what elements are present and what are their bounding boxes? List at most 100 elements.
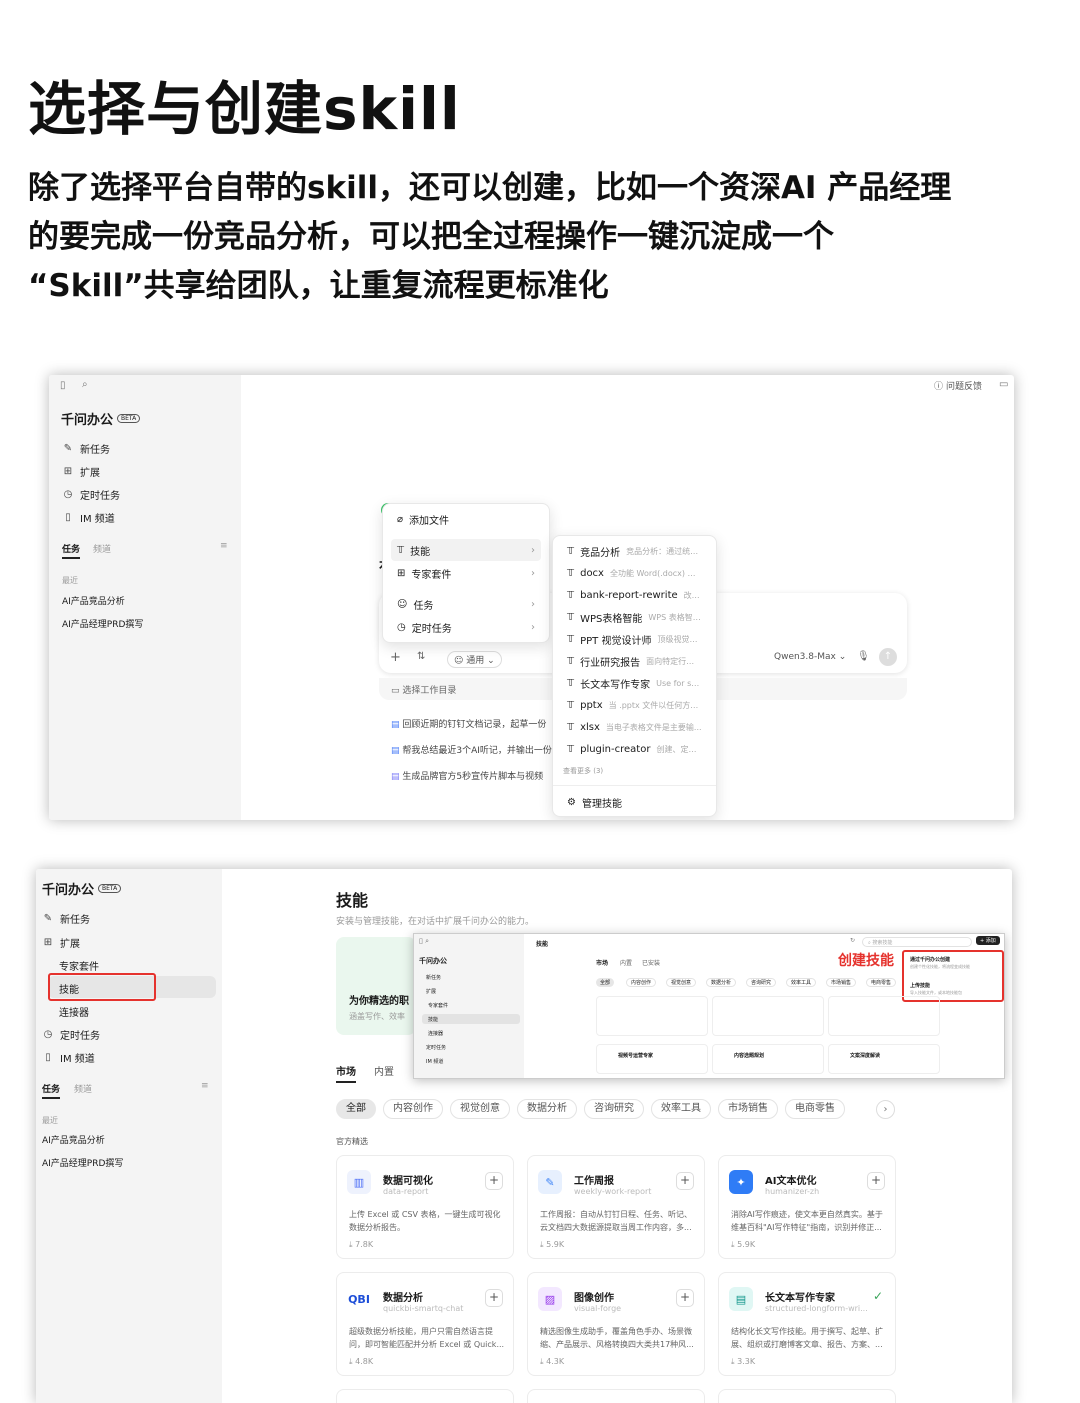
send-button[interactable]: ↑	[879, 648, 897, 666]
suggestion-item[interactable]: ▤ 生成品牌官方5秒宣传片脚本与视频	[391, 769, 543, 782]
menu-skills[interactable]: 𝕋 技能 ›	[391, 539, 541, 561]
tab-channels[interactable]: 频道	[74, 1082, 92, 1095]
extension-icon: ⊞	[63, 466, 73, 477]
tab-market[interactable]: 市场	[336, 1063, 356, 1083]
category-chip[interactable]: 咨询研究	[584, 1099, 644, 1119]
skill-name: xlsx	[580, 721, 600, 733]
divider	[553, 785, 716, 786]
subtext-line: 除了选择平台自带的skill，还可以创建，比如一个资深AI 产品经理	[28, 170, 952, 206]
nav-extensions[interactable]: ⊞ 扩展	[42, 935, 80, 950]
nav-new-task[interactable]: ✎ 新任务	[42, 911, 90, 926]
recent-item[interactable]: AI产品竞品分析	[42, 1133, 105, 1146]
feedback-link[interactable]: ⓘ 问题反馈	[934, 379, 982, 392]
skill-item[interactable]: 𝕋 竞品分析 竞品分析：通过统一...	[561, 540, 708, 562]
mic-icon[interactable]: 🎙	[857, 651, 870, 662]
page-headline: 选择与创建skill	[28, 75, 461, 143]
skill-card[interactable]: ▤ 长文本写作专家 structured-longform-wri... ✓ 结…	[718, 1272, 896, 1376]
category-chip[interactable]: 电商零售	[785, 1099, 845, 1119]
sidebar-toggle-icon[interactable]: ▯	[60, 380, 66, 391]
skill-item[interactable]: 𝕋 WPS表格智能 WPS 表格智能...	[561, 606, 708, 628]
skill-card[interactable]	[336, 1389, 514, 1403]
skill-item[interactable]: 𝕋 长文本写作专家 Use for stru...	[561, 672, 708, 694]
show-more-link[interactable]: 查看更多 (3)	[563, 766, 603, 776]
clock-icon: ◷	[63, 489, 73, 500]
skill-card[interactable]	[527, 1389, 705, 1403]
skill-card[interactable]: ✎ 工作周报 weekly-work-report + 工作周报：自动从钉钉日程…	[527, 1155, 705, 1259]
category-chip[interactable]: 全部	[336, 1099, 376, 1119]
skill-item[interactable]: 𝕋pptx 当 .pptx 文件以任何方式...	[561, 694, 708, 716]
skill-item[interactable]: 𝕋 PPT 视觉设计师 顶级视觉策...	[561, 628, 708, 650]
general-mode[interactable]: ☺ 通用 ⌄	[447, 651, 502, 668]
skill-card[interactable]: ▨ 图像创作 visual-forge + 精选图像生成助手，覆盖角色手办、场景…	[527, 1272, 705, 1376]
menu-add-file[interactable]: ⌀ 添加文件	[391, 508, 541, 530]
skill-card[interactable]: ✦ AI文本优化 humanizer-zh + 消除AI写作痕迹，使文本更自然真…	[718, 1155, 896, 1259]
tool-icon[interactable]: ⇅	[417, 651, 425, 662]
manage-skills[interactable]: ⚙ 管理技能	[561, 791, 708, 813]
category-chip[interactable]: 数据分析	[517, 1099, 577, 1119]
filter-icon[interactable]: ≡	[201, 1081, 209, 1091]
download-count: ⤓ 4.3K	[540, 1357, 565, 1366]
skill-item[interactable]: 𝕋 行业研究报告 面向特定行业/...	[561, 650, 708, 672]
search-icon[interactable]: ⌕	[82, 379, 88, 390]
add-skill-button[interactable]: +	[867, 1172, 885, 1190]
add-skill-button[interactable]: +	[676, 1289, 694, 1307]
recent-item[interactable]: AI产品经理PRD撰写	[62, 617, 143, 630]
tab-tasks[interactable]: 任务	[42, 1082, 61, 1099]
menu-scheduled[interactable]: ◷ 定时任务 ›	[391, 616, 541, 638]
card-title: 数据可视化	[383, 1176, 433, 1187]
chevron-right-icon: ›	[531, 544, 535, 556]
inset-dropdown: 通过千问办公创建 创建个性化技能，将流程变成技能 上传技能 导入技能文件，或本地…	[902, 950, 1004, 1002]
nav-im-channel[interactable]: ▯ IM 频道	[42, 1050, 95, 1065]
skill-card[interactable]: ▥ 数据可视化 data-report + 上传 Excel 或 CSV 表格，…	[336, 1155, 514, 1259]
nav-label: 新任务	[60, 915, 90, 926]
skill-desc: 创建、定制或...	[656, 744, 702, 754]
add-skill-button[interactable]: +	[485, 1289, 503, 1307]
inset-dropdown-item: 通过千问办公创建	[910, 957, 951, 963]
nav-im-channel[interactable]: ▯ IM 频道	[62, 510, 115, 525]
nav-expert-suite[interactable]: 专家套件	[59, 958, 99, 973]
menu-label: 专家套件	[411, 569, 452, 581]
nav-new-task[interactable]: ✎ 新任务	[62, 441, 110, 456]
recent-item[interactable]: AI产品经理PRD撰写	[42, 1156, 123, 1169]
recent-item[interactable]: AI产品竞品分析	[62, 594, 125, 607]
chevron-right-icon: ›	[531, 598, 535, 610]
category-chip[interactable]: 市场销售	[718, 1099, 778, 1119]
phone-icon: ▯	[65, 512, 71, 523]
skill-item[interactable]: 𝕋plugin-creator 创建、定制或...	[561, 738, 708, 760]
inset-card-title: 内容选题规划	[734, 1053, 765, 1059]
inset-chip: 效率工具	[786, 978, 817, 987]
chart-icon: ▥	[347, 1170, 371, 1194]
card-title: AI文本优化	[765, 1176, 817, 1187]
skill-desc: Use for stru...	[656, 678, 702, 688]
add-skill-button[interactable]: +	[676, 1172, 694, 1190]
card-desc: 上传 Excel 或 CSV 表格，一键生成可视化数据分析报告。	[349, 1210, 501, 1232]
menu-task[interactable]: ☺ 任务 ›	[391, 593, 541, 615]
nav-scheduled[interactable]: ◷ 定时任务	[42, 1027, 100, 1042]
add-skill-button[interactable]: +	[485, 1172, 503, 1190]
nav-scheduled[interactable]: ◷ 定时任务	[62, 487, 120, 502]
task-icon: ☺	[397, 598, 408, 610]
menu-expert-suite[interactable]: ⊞ 专家套件 ›	[391, 562, 541, 584]
filter-icon[interactable]: ≡	[220, 541, 228, 551]
card-slug: structured-longform-wri...	[765, 1304, 868, 1313]
category-chip[interactable]: 内容创作	[383, 1099, 443, 1119]
tab-channels[interactable]: 频道	[93, 542, 111, 555]
suggestion-item[interactable]: ▤ 回顾近期的钉钉文档记录，起草一份	[391, 717, 546, 730]
tab-builtin[interactable]: 内置	[374, 1063, 394, 1078]
category-chip[interactable]: 效率工具	[651, 1099, 711, 1119]
nav-connectors[interactable]: 连接器	[59, 1004, 89, 1019]
scroll-right-button[interactable]: ›	[876, 1100, 895, 1119]
nav-extensions[interactable]: ⊞ 扩展	[62, 464, 100, 479]
tab-tasks[interactable]: 任务	[62, 542, 81, 559]
inset-dropdown-item: 上传技能	[910, 983, 931, 989]
skill-item[interactable]: 𝕋xlsx 当电子表格文件是主要输...	[561, 716, 708, 738]
skill-card[interactable]: QBI 数据分析 quickbi-smartq-chat + 超级数据分析技能，…	[336, 1272, 514, 1376]
window-icon[interactable]: ▭	[999, 379, 1008, 390]
skill-item[interactable]: 𝕋bank-report-rewrite 改写银...	[561, 584, 708, 606]
model-selector[interactable]: Qwen3.8-Max ⌄	[774, 652, 846, 662]
skill-item[interactable]: 𝕋docx 全功能 Word(.docx) 技...	[561, 562, 708, 584]
skill-card[interactable]	[718, 1389, 896, 1403]
category-chip[interactable]: 视觉创意	[450, 1099, 510, 1119]
add-icon[interactable]: +	[390, 650, 401, 665]
suggestion-item[interactable]: ▤ 帮我总结最近3个AI听记，并输出一份	[391, 743, 552, 756]
